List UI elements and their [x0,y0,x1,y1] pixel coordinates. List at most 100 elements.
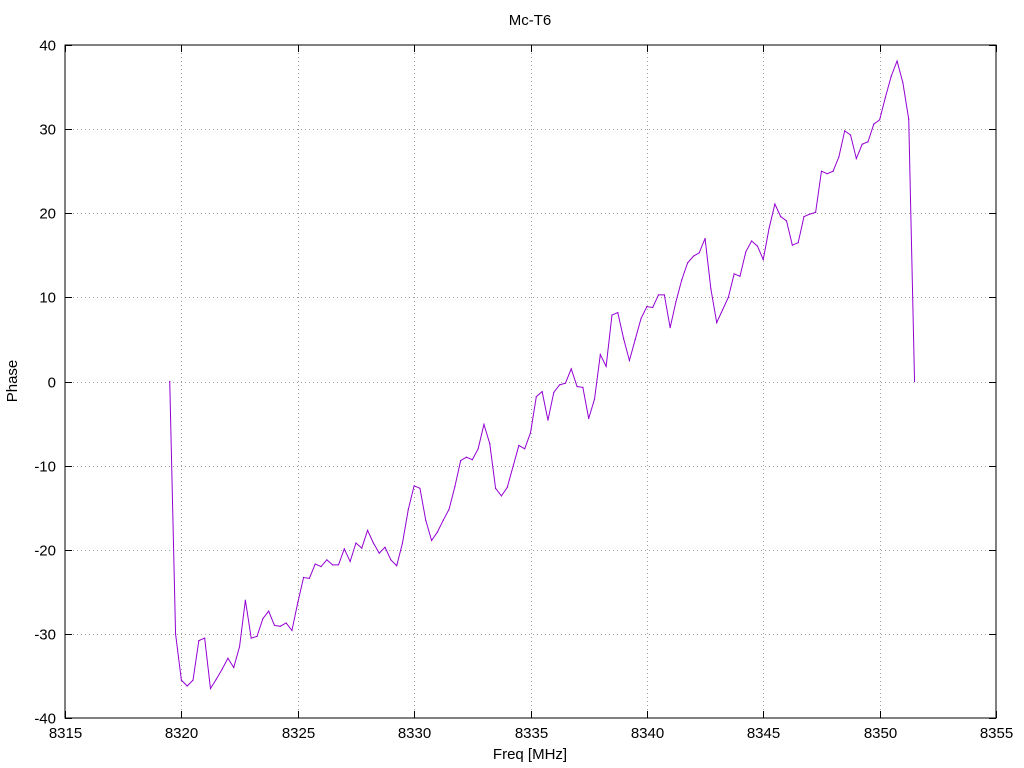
data-point [855,157,857,160]
data-point [233,666,235,669]
data-point [372,542,374,544]
data-point [745,251,747,253]
data-point [355,542,357,544]
data-point [268,610,270,612]
data-point [512,465,514,468]
data-point [238,645,241,648]
x-tick-label: 8350 [864,725,897,742]
data-point [401,542,404,544]
data-point [500,495,503,497]
data-point [611,314,613,316]
data-point [582,386,584,388]
data-point [180,679,182,681]
data-point [797,242,799,244]
data-point [617,311,619,314]
data-point [384,546,386,548]
y-tick-label: -30 [34,627,56,644]
data-point [791,244,793,246]
data-point [343,548,345,550]
data-point [762,258,764,261]
data-point [518,444,520,447]
data-point [844,130,846,132]
data-point [436,531,438,533]
data-point [588,417,590,420]
phase-chart: 8315 8320 8325 8330 8335 8340 8345 8350 8355 -40… [4,12,1013,763]
data-point [698,252,700,254]
data-point [704,237,706,240]
data-point [861,143,863,145]
data-point [739,275,741,277]
data-point [506,486,508,489]
data-point [768,227,770,229]
y-tick-labels: -40 -30 -20 -10 0 10 20 30 40 [34,38,56,728]
data-point [541,391,543,393]
data-point [192,679,194,681]
data-point [599,353,601,356]
data-point [832,170,834,172]
x-tick-label: 8330 [398,725,431,742]
data-point [489,443,491,445]
data-point [390,559,392,561]
data-point [529,432,532,434]
data-point [244,599,246,601]
data-point [396,565,398,567]
data-point [204,637,206,639]
data-point [727,296,729,298]
series-points [169,60,916,690]
data-point [308,577,310,579]
data-point [879,119,881,121]
data-point [576,385,578,388]
data-point [774,203,776,205]
data-point [553,391,555,394]
data-point [815,211,817,214]
data-point [826,173,828,175]
data-point [169,380,171,383]
x-tick-label: 8325 [282,725,315,742]
data-point [809,213,811,215]
data-point [273,624,276,627]
data-point [448,508,450,510]
data-point [646,306,648,308]
series-line-phase [169,59,916,691]
data-point [279,625,281,627]
data-point [460,459,462,462]
data-point [524,448,526,450]
data-point [297,602,299,604]
data-point [785,220,788,222]
data-point [733,273,735,275]
x-tick-label: 8315 [49,725,82,742]
data-point [337,564,340,566]
data-point [803,216,805,218]
axis-ticks [65,45,997,719]
data-point [215,678,217,680]
data-point [198,640,200,642]
data-point [820,170,823,172]
data-point [593,398,596,400]
data-point [314,563,316,565]
x-tick-label: 8340 [631,725,664,742]
grid [65,45,996,718]
data-point [640,317,642,320]
data-point [535,396,537,398]
data-point [605,365,607,367]
plot-frame [64,44,997,719]
data-point [366,529,369,532]
data-point [186,685,188,687]
data-point [454,486,456,488]
data-point [657,294,660,296]
data-point [780,216,782,218]
data-point [250,637,252,639]
data-point [687,262,689,264]
data-point [564,382,567,384]
data-point [302,576,305,579]
data-point [221,668,223,670]
data-point [209,687,212,690]
data-point [430,539,433,542]
y-tick-label: 30 [39,122,56,139]
data-point [902,82,904,84]
data-point [675,300,677,303]
data-point [634,338,636,341]
y-axis-label: Phase [4,360,21,403]
data-point [465,456,468,458]
data-point [628,359,631,362]
